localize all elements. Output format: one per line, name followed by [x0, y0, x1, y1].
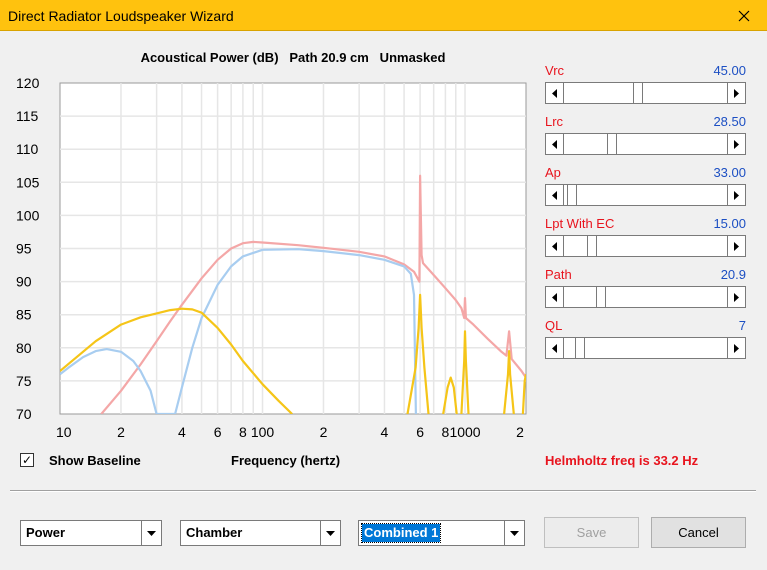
scroll-left-icon[interactable] — [546, 185, 564, 205]
control-scrollbar[interactable] — [545, 235, 746, 257]
checkmark-icon: ✓ — [21, 453, 33, 467]
x-axis-label: Frequency (hertz) — [231, 453, 341, 468]
control-scrollbar[interactable] — [545, 82, 746, 104]
location-dropdown-value: Chamber — [186, 525, 243, 540]
save-button[interactable]: Save — [544, 517, 639, 548]
x-tick-label: 2 — [117, 424, 125, 440]
separator — [10, 490, 756, 492]
show-baseline-checkbox[interactable]: ✓ — [20, 453, 34, 467]
control-value: 20.9 — [720, 267, 746, 282]
control-label: Lpt With EC — [545, 216, 615, 231]
scroll-thumb[interactable] — [632, 83, 643, 103]
y-tick-label: 95 — [16, 241, 32, 257]
scroll-left-icon[interactable] — [546, 338, 564, 358]
control-label: Lrc — [545, 114, 564, 129]
control-scrollbar[interactable] — [545, 184, 746, 206]
helmholtz-frequency: Helmholtz freq is 33.2 Hz — [545, 453, 699, 468]
y-tick-label: 100 — [16, 207, 40, 223]
mode-dropdown-value: Combined 1 — [360, 523, 442, 543]
scroll-right-icon[interactable] — [727, 185, 745, 205]
x-tick-label: 8 — [239, 424, 247, 440]
y-tick-label: 110 — [16, 141, 39, 157]
scroll-left-icon[interactable] — [546, 83, 564, 103]
control-label: Path — [545, 267, 572, 282]
x-tick-label: 100 — [251, 424, 275, 440]
scroll-thumb[interactable] — [606, 134, 617, 154]
x-tick-label: 1000 — [449, 424, 480, 440]
measure-dropdown[interactable]: Power — [20, 520, 162, 546]
x-tick-label: 8 — [442, 424, 450, 440]
x-tick-label: 6 — [416, 424, 424, 440]
x-tick-label: 4 — [381, 424, 389, 440]
scroll-thumb[interactable] — [596, 287, 607, 307]
y-tick-label: 115 — [16, 108, 39, 124]
y-tick-label: 80 — [16, 340, 32, 356]
location-dropdown[interactable]: Chamber — [180, 520, 341, 546]
control-value: 28.50 — [713, 114, 746, 129]
control-value: 15.00 — [713, 216, 746, 231]
control-label: Vrc — [545, 63, 565, 78]
scroll-right-icon[interactable] — [727, 134, 745, 154]
x-tick-label: 2 — [516, 424, 524, 440]
x-tick-label: 2 — [320, 424, 328, 440]
y-tick-label: 105 — [16, 174, 40, 190]
control-scrollbar[interactable] — [545, 133, 746, 155]
y-tick-label: 120 — [16, 75, 40, 91]
y-tick-label: 75 — [16, 373, 32, 389]
x-tick-label: 4 — [178, 424, 186, 440]
control-scrollbar[interactable] — [545, 286, 746, 308]
scroll-thumb[interactable] — [567, 185, 578, 205]
cancel-button[interactable]: Cancel — [651, 517, 746, 548]
control-value: 7 — [738, 318, 746, 333]
control-label: QL — [545, 318, 563, 333]
scroll-right-icon[interactable] — [727, 287, 745, 307]
y-tick-label: 85 — [16, 307, 32, 323]
chevron-down-icon[interactable] — [320, 521, 340, 545]
control-value: 45.00 — [713, 63, 746, 78]
chevron-down-icon[interactable] — [504, 521, 524, 545]
scroll-left-icon[interactable] — [546, 287, 564, 307]
x-tick-label: 6 — [214, 424, 222, 440]
scroll-left-icon[interactable] — [546, 236, 564, 256]
control-scrollbar[interactable] — [545, 337, 746, 359]
y-tick-label: 90 — [16, 274, 32, 290]
scroll-thumb[interactable] — [586, 236, 597, 256]
scroll-right-icon[interactable] — [727, 83, 745, 103]
control-value: 33.00 — [713, 165, 746, 180]
y-tick-label: 70 — [16, 406, 32, 422]
scroll-left-icon[interactable] — [546, 134, 564, 154]
scroll-right-icon[interactable] — [727, 338, 745, 358]
scroll-right-icon[interactable] — [727, 236, 745, 256]
x-tick-label: 10 — [56, 424, 72, 440]
scroll-thumb[interactable] — [574, 338, 585, 358]
chevron-down-icon[interactable] — [141, 521, 161, 545]
show-baseline-label[interactable]: Show Baseline — [49, 453, 141, 468]
measure-dropdown-value: Power — [26, 525, 66, 540]
mode-dropdown[interactable]: Combined 1 — [358, 520, 525, 546]
control-label: Ap — [545, 165, 561, 180]
